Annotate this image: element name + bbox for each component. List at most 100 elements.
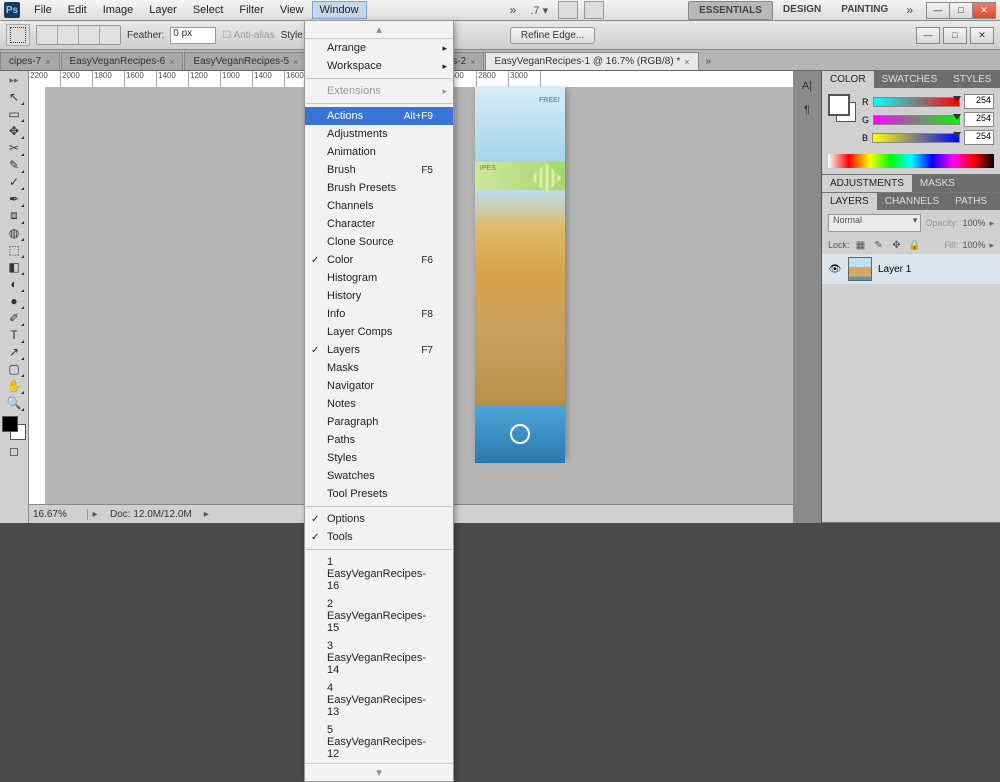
tool-button[interactable]: ✓ [4, 173, 24, 190]
menu-image[interactable]: Image [95, 1, 142, 19]
arrange-docs-button[interactable] [584, 1, 604, 19]
tool-button[interactable]: 🔍 [4, 394, 24, 411]
panel-tab-styles[interactable]: STYLES [945, 71, 999, 88]
menu-item-animation[interactable]: Animation [305, 143, 453, 161]
tool-button[interactable]: ◧ [4, 258, 24, 275]
tab-close-icon[interactable]: × [470, 57, 475, 67]
r-slider[interactable] [873, 97, 961, 107]
tools-collapse-icon[interactable]: ▸▸ [9, 75, 18, 86]
doc-restore-button[interactable]: □ [943, 27, 967, 44]
doc-minimize-button[interactable]: — [916, 27, 940, 44]
tool-button[interactable]: T [4, 326, 24, 343]
zoom-input[interactable]: 16.67% [29, 509, 88, 520]
status-arrow-icon[interactable]: ▸ [88, 509, 102, 520]
menu-item-layer-comps[interactable]: Layer Comps [305, 323, 453, 341]
menu-item-5-easyveganrecipes-12[interactable]: 5 EasyVeganRecipes-12 [305, 721, 453, 763]
menu-item-color[interactable]: ColorF6 [305, 251, 453, 269]
menu-item-swatches[interactable]: Swatches [305, 467, 453, 485]
tool-button[interactable]: ✂ [4, 139, 24, 156]
layer-thumbnail[interactable] [848, 257, 872, 281]
tool-button[interactable]: ✥ [4, 122, 24, 139]
character-panel-icon[interactable]: A| [798, 77, 816, 95]
menu-item-1-easyveganrecipes-16[interactable]: 1 EasyVeganRecipes-16 [305, 553, 453, 595]
panel-tab-color[interactable]: COLOR [822, 71, 874, 88]
layer-name[interactable]: Layer 1 [878, 264, 911, 275]
tab-close-icon[interactable]: × [293, 57, 298, 67]
menu-scroll-up-icon[interactable]: ▴ [305, 21, 453, 39]
menu-scroll-down-icon[interactable]: ▾ [305, 763, 453, 781]
menu-item-3-easyveganrecipes-14[interactable]: 3 EasyVeganRecipes-14 [305, 637, 453, 679]
tool-button[interactable]: ✋ [4, 377, 24, 394]
foreground-background-swatch[interactable] [2, 416, 26, 440]
doc-tab[interactable]: EasyVeganRecipes-6× [61, 52, 184, 70]
color-swatch[interactable] [828, 94, 856, 122]
menu-item-brush-presets[interactable]: Brush Presets [305, 179, 453, 197]
maximize-button[interactable]: □ [949, 2, 973, 19]
feather-input[interactable]: 0 px [170, 27, 216, 44]
tab-close-icon[interactable]: × [169, 57, 174, 67]
menu-item-4-easyveganrecipes-13[interactable]: 4 EasyVeganRecipes-13 [305, 679, 453, 721]
b-slider[interactable] [872, 133, 960, 143]
panel-tab-adjustments[interactable]: ADJUSTMENTS [822, 175, 912, 192]
refine-edge-button[interactable]: Refine Edge... [510, 27, 595, 44]
workspace-design[interactable]: DESIGN [773, 1, 831, 20]
tab-close-icon[interactable]: × [684, 57, 689, 67]
paragraph-panel-icon[interactable]: ¶ [798, 101, 816, 119]
close-button[interactable]: ✕ [972, 2, 996, 19]
menu-item-adjustments[interactable]: Adjustments [305, 125, 453, 143]
menu-item-actions[interactable]: ActionsAlt+F9 [305, 107, 453, 125]
menu-item-options[interactable]: Options [305, 510, 453, 528]
menu-view[interactable]: View [272, 1, 312, 19]
lock-all-icon[interactable]: 🔒 [908, 238, 922, 252]
workspace-painting[interactable]: PAINTING [831, 1, 898, 20]
minimize-button[interactable]: — [926, 2, 950, 19]
menu-item-styles[interactable]: Styles [305, 449, 453, 467]
tool-button[interactable]: ▢ [4, 360, 24, 377]
tool-button[interactable]: ⧈ [4, 207, 24, 224]
color-spectrum[interactable] [828, 154, 994, 168]
r-value[interactable]: 254 [964, 94, 994, 109]
panel-tab-layers[interactable]: LAYERS [822, 193, 877, 210]
tool-button[interactable]: ◍ [4, 224, 24, 241]
workspace-essentials[interactable]: ESSENTIALS [688, 1, 773, 20]
tool-preset-icon[interactable] [6, 24, 30, 46]
workspace-overflow-icon[interactable]: » [900, 3, 919, 17]
g-slider[interactable] [873, 115, 960, 125]
doc-tab[interactable]: cipes-7× [0, 52, 60, 70]
screen-mode-button[interactable] [558, 1, 578, 19]
tabs-overflow-icon[interactable]: » [700, 53, 718, 70]
menu-window[interactable]: Window [312, 1, 367, 19]
menu-select[interactable]: Select [185, 1, 232, 19]
doc-tab[interactable]: EasyVeganRecipes-1 @ 16.7% (RGB/8) *× [485, 52, 698, 70]
tool-button[interactable]: ↖ [4, 88, 24, 105]
panel-tab-paths[interactable]: PATHS [947, 193, 995, 210]
tool-button[interactable]: ⬚ [4, 241, 24, 258]
menu-item-layers[interactable]: LayersF7 [305, 341, 453, 359]
b-value[interactable]: 254 [964, 130, 994, 145]
menu-item-histogram[interactable]: Histogram [305, 269, 453, 287]
layer-row[interactable]: 👁 Layer 1 [822, 254, 1000, 284]
tool-button[interactable]: ✎ [4, 156, 24, 173]
menu-item-arrange[interactable]: Arrange [305, 39, 453, 57]
status-menu-icon[interactable]: ▸ [204, 509, 209, 520]
selection-mode-group[interactable] [36, 25, 121, 45]
lock-position-icon[interactable]: ✥ [890, 238, 904, 252]
fill-value[interactable]: 100% [962, 240, 985, 250]
lock-transparent-icon[interactable]: ▦ [854, 238, 868, 252]
tool-button[interactable]: ◐ [4, 275, 24, 292]
menu-item-paragraph[interactable]: Paragraph [305, 413, 453, 431]
tab-close-icon[interactable]: × [45, 57, 50, 67]
lock-pixels-icon[interactable]: ✎ [872, 238, 886, 252]
menu-item-character[interactable]: Character [305, 215, 453, 233]
doc-tab[interactable]: EasyVeganRecipes-5× [184, 52, 307, 70]
panel-tab-channels[interactable]: CHANNELS [877, 193, 947, 210]
tool-button[interactable]: ✒ [4, 190, 24, 207]
g-value[interactable]: 254 [964, 112, 994, 127]
menu-item-clone-source[interactable]: Clone Source [305, 233, 453, 251]
panel-tab-swatches[interactable]: SWATCHES [874, 71, 946, 88]
menu-item-info[interactable]: InfoF8 [305, 305, 453, 323]
menu-item-tools[interactable]: Tools [305, 528, 453, 546]
quickmask-button[interactable]: ◻ [4, 442, 24, 459]
menu-item-paths[interactable]: Paths [305, 431, 453, 449]
tool-button[interactable]: ✐ [4, 309, 24, 326]
